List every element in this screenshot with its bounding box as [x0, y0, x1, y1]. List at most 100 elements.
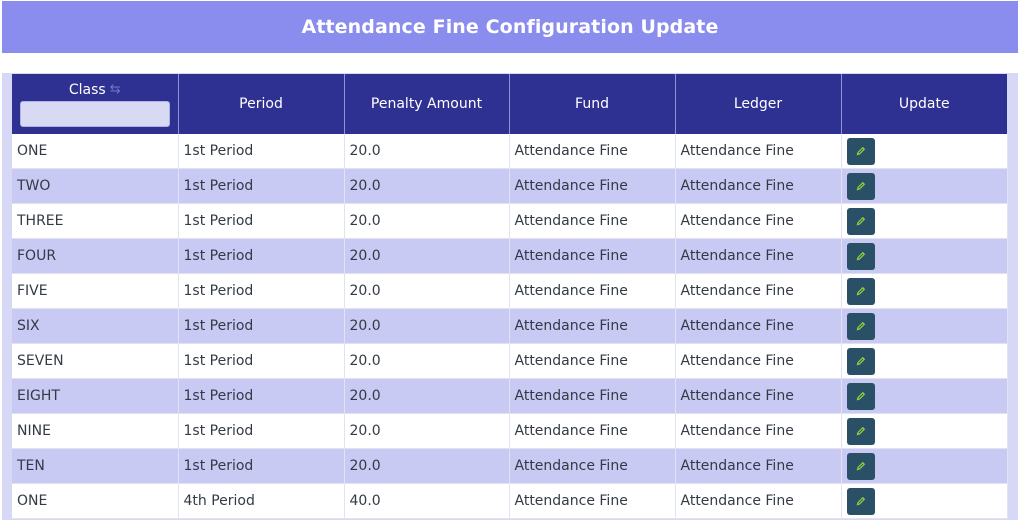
cell-period: 1st Period — [178, 134, 345, 169]
pencil-icon — [856, 496, 865, 506]
cell-class: TWO — [12, 168, 179, 204]
cell-ledger: Attendance Fine — [675, 413, 842, 449]
cell-penalty-amount: 20.0 — [344, 134, 510, 169]
column-header-fund: Fund — [509, 74, 676, 134]
table-row: NINE 1st Period 20.0 Attendance Fine Attenda… — [12, 413, 1008, 449]
cell-fund: Attendance Fine — [509, 308, 676, 344]
cell-penalty-amount: 40.0 — [344, 483, 510, 519]
cell-ledger: Attendance Fine — [675, 308, 842, 344]
edit-row-button[interactable] — [846, 277, 875, 305]
pencil-icon — [856, 356, 865, 366]
cell-period: 1st Period — [178, 448, 345, 484]
cell-class: TEN — [12, 448, 179, 484]
cell-penalty-amount: 20.0 — [344, 168, 510, 204]
pencil-icon — [856, 146, 865, 156]
table-row: ONE 4th Period 40.0 Attendance Fine Attendan… — [12, 483, 1008, 519]
cell-period: 4th Period — [178, 483, 345, 519]
edit-row-button[interactable] — [846, 417, 875, 445]
cell-class: ONE — [12, 483, 179, 519]
cell-penalty-amount: 20.0 — [344, 238, 510, 274]
cell-class: SEVEN — [12, 343, 179, 379]
cell-update — [841, 308, 1008, 344]
pencil-icon — [856, 251, 865, 261]
pencil-icon — [856, 461, 865, 471]
table-row: TWO 1st Period 20.0 Attendance Fine Attendan… — [12, 168, 1008, 204]
cell-class: FIVE — [12, 273, 179, 309]
cell-class: ONE — [12, 134, 179, 169]
cell-ledger: Attendance Fine — [675, 448, 842, 484]
cell-update — [841, 203, 1008, 239]
cell-fund: Attendance Fine — [509, 238, 676, 274]
edit-row-button[interactable] — [846, 347, 875, 375]
cell-period: 1st Period — [178, 238, 345, 274]
sort-arrows-icon[interactable]: ⇆ — [110, 83, 121, 96]
cell-ledger: Attendance Fine — [675, 238, 842, 274]
table-row: SEVEN 1st Period 20.0 Attendance Fine Attend… — [12, 343, 1008, 379]
page-title: Attendance Fine Configuration Update — [2, 1, 1018, 53]
cell-update — [841, 238, 1008, 274]
cell-ledger: Attendance Fine — [675, 168, 842, 204]
cell-penalty-amount: 20.0 — [344, 448, 510, 484]
fine-config-table: Class ⇆ Period Penalty Amount Fund Ledge… — [12, 74, 1008, 519]
cell-fund: Attendance Fine — [509, 448, 676, 484]
column-header-class-label: Class — [68, 81, 106, 98]
cell-period: 1st Period — [178, 168, 345, 204]
edit-row-button[interactable] — [846, 452, 875, 480]
cell-ledger: Attendance Fine — [675, 343, 842, 379]
cell-ledger: Attendance Fine — [675, 134, 842, 169]
table-row: FIVE 1st Period 20.0 Attendance Fine Attenda… — [12, 273, 1008, 309]
cell-period: 1st Period — [178, 378, 345, 414]
edit-row-button[interactable] — [846, 382, 875, 410]
edit-row-button[interactable] — [846, 137, 875, 165]
column-header-class[interactable]: Class ⇆ — [12, 74, 179, 134]
cell-ledger: Attendance Fine — [675, 273, 842, 309]
cell-penalty-amount: 20.0 — [344, 203, 510, 239]
cell-ledger: Attendance Fine — [675, 203, 842, 239]
column-header-ledger: Ledger — [675, 74, 842, 134]
cell-fund: Attendance Fine — [509, 273, 676, 309]
pencil-icon — [856, 181, 865, 191]
table-row: THREE 1st Period 20.0 Attendance Fine Attend… — [12, 203, 1008, 239]
table-row: FOUR 1st Period 20.0 Attendance Fine Attenda… — [12, 238, 1008, 274]
pencil-icon — [856, 216, 865, 226]
cell-update — [841, 134, 1008, 169]
pencil-icon — [856, 286, 865, 296]
edit-row-button[interactable] — [846, 172, 875, 200]
column-header-penalty-amount: Penalty Amount — [344, 74, 510, 134]
cell-penalty-amount: 20.0 — [344, 343, 510, 379]
cell-period: 1st Period — [178, 343, 345, 379]
cell-class: EIGHT — [12, 378, 179, 414]
cell-class: NINE — [12, 413, 179, 449]
cell-fund: Attendance Fine — [509, 203, 676, 239]
page: Attendance Fine Configuration Update Cla… — [0, 0, 1022, 520]
cell-period: 1st Period — [178, 273, 345, 309]
cell-ledger: Attendance Fine — [675, 483, 842, 519]
cell-class: SIX — [12, 308, 179, 344]
cell-penalty-amount: 20.0 — [344, 308, 510, 344]
table-row: EIGHT 1st Period 20.0 Attendance Fine Attend… — [12, 378, 1008, 414]
cell-update — [841, 448, 1008, 484]
pencil-icon — [856, 391, 865, 401]
edit-row-button[interactable] — [846, 487, 875, 515]
edit-row-button[interactable] — [846, 207, 875, 235]
cell-period: 1st Period — [178, 203, 345, 239]
cell-update — [841, 168, 1008, 204]
table-body: ONE 1st Period 20.0 Attendance Fine Attendan… — [12, 134, 1008, 519]
table-row: ONE 1st Period 20.0 Attendance Fine Attendan… — [12, 134, 1008, 169]
cell-update — [841, 483, 1008, 519]
cell-penalty-amount: 20.0 — [344, 273, 510, 309]
cell-class: FOUR — [12, 238, 179, 274]
cell-update — [841, 413, 1008, 449]
cell-class: THREE — [12, 203, 179, 239]
cell-fund: Attendance Fine — [509, 413, 676, 449]
cell-ledger: Attendance Fine — [675, 378, 842, 414]
column-header-period: Period — [178, 74, 345, 134]
cell-fund: Attendance Fine — [509, 168, 676, 204]
cell-fund: Attendance Fine — [509, 378, 676, 414]
cell-fund: Attendance Fine — [509, 134, 676, 169]
edit-row-button[interactable] — [846, 242, 875, 270]
class-filter-input[interactable] — [19, 100, 170, 127]
table-row: SIX 1st Period 20.0 Attendance Fine Attendan… — [12, 308, 1008, 344]
edit-row-button[interactable] — [846, 312, 875, 340]
pencil-icon — [856, 321, 865, 331]
